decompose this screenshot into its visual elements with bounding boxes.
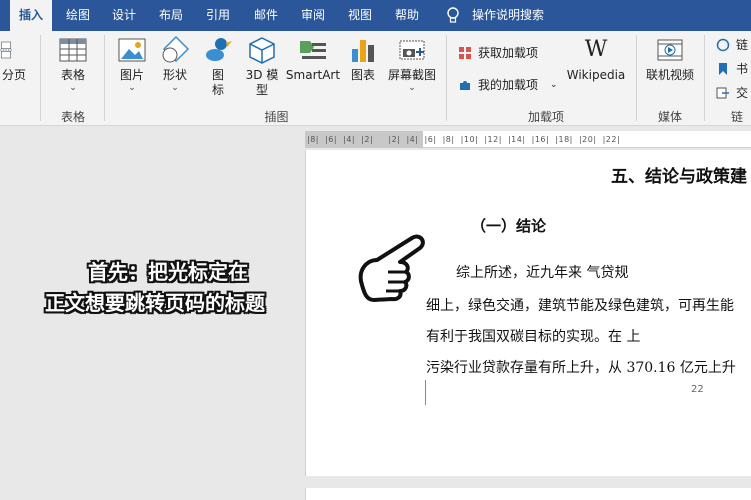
- chart-label: 图表: [350, 68, 375, 82]
- chart-button[interactable]: 图表: [345, 35, 381, 83]
- picture-label: 图片: [119, 68, 144, 82]
- wikipedia-button[interactable]: W Wikipedia: [563, 35, 629, 83]
- smartart-button[interactable]: SmartArt: [284, 35, 342, 83]
- cross-reference-label: 交: [736, 86, 749, 100]
- ruler-ticks: |8| |6| |4| |2| |2| |4| |6| |8| |10| |12…: [307, 135, 621, 144]
- chevron-down-icon: ⌄: [128, 83, 136, 93]
- screenshot-button[interactable]: 屏幕截图 ⌄: [385, 35, 439, 93]
- bar-chart-icon: [352, 40, 374, 62]
- subsection-heading[interactable]: （一）结论: [471, 215, 546, 236]
- screenshot-label: 屏幕截图: [387, 68, 436, 82]
- 3d-model-label: 3D 模 型: [245, 68, 279, 97]
- pointing-hand-icon: [358, 234, 425, 302]
- tab-help[interactable]: 帮助: [387, 0, 427, 31]
- body-text-line[interactable]: 有利于我国双碳目标的实现。在 上: [426, 326, 640, 346]
- link-button[interactable]: 链: [716, 36, 751, 54]
- bookmark-button[interactable]: 书: [716, 60, 751, 78]
- chevron-down-icon: ⌄: [408, 83, 416, 93]
- tab-design[interactable]: 设计: [104, 0, 144, 31]
- bookmark-icon: [719, 63, 727, 75]
- group-label-illustrations: 插图: [264, 110, 289, 124]
- chevron-down-icon: ⌄: [69, 83, 77, 93]
- caption-line-1: 首先：把光标定在: [88, 260, 248, 284]
- icons-icon: [206, 38, 232, 61]
- group-label-tables: 表格: [60, 110, 85, 124]
- table-icon: [59, 38, 87, 62]
- wikipedia-icon: W: [584, 37, 608, 62]
- ribbon-separator: [40, 35, 41, 121]
- picture-icon: [118, 38, 146, 62]
- ribbon-separator: [446, 35, 447, 121]
- tab-draw[interactable]: 绘图: [58, 0, 98, 31]
- ribbon-separator: [104, 35, 105, 121]
- chevron-down-icon: ⌄: [171, 83, 179, 93]
- smartart-icon: [300, 41, 326, 59]
- body-text-line[interactable]: 综上所述，近九年来 气贷规: [456, 262, 628, 282]
- cross-reference-icon: [716, 87, 729, 99]
- store-icon: [459, 47, 471, 59]
- tab-references[interactable]: 引用: [198, 0, 238, 31]
- page-break-icon: [0, 41, 14, 59]
- icons-button[interactable]: 图 标: [200, 35, 236, 98]
- caption-line-2: 正文想要跳转页码的标题: [45, 291, 265, 315]
- ribbon-separator: [636, 35, 637, 121]
- my-addins-label: 我的加载项: [478, 78, 539, 92]
- shapes-button[interactable]: 形状 ⌄: [156, 35, 194, 93]
- link-icon: [716, 38, 730, 52]
- icons-label: 图 标: [211, 68, 224, 97]
- camera-plus-icon: [399, 40, 425, 60]
- online-video-label: 联机视频: [645, 68, 694, 82]
- tab-review[interactable]: 审阅: [293, 0, 333, 31]
- tab-view[interactable]: 视图: [340, 0, 380, 31]
- ribbon-separator: [704, 35, 705, 121]
- body-text-line[interactable]: 污染行业贷款存量有所上升，从 370.16 亿元上升: [426, 357, 736, 377]
- link-label: 链: [736, 38, 749, 52]
- section-heading[interactable]: 五、结论与政策建: [611, 162, 747, 187]
- ribbon-insert: 分页 表格 ⌄ 表格 图片 ⌄ 形状 ⌄ 图 标 3D 模 型 SmartArt…: [0, 31, 751, 126]
- page-break-button[interactable]: 分页: [0, 35, 28, 83]
- smartart-label: SmartArt: [285, 68, 341, 82]
- horizontal-ruler[interactable]: |8| |6| |4| |2| |2| |4| |6| |8| |10| |12…: [305, 131, 751, 148]
- wikipedia-label: Wikipedia: [566, 68, 626, 82]
- page-break-label: 分页: [1, 68, 26, 82]
- get-addins-button[interactable]: 获取加载项: [458, 44, 558, 62]
- table-label: 表格: [60, 68, 85, 82]
- next-page: [305, 488, 751, 500]
- lightbulb-icon[interactable]: [446, 7, 460, 24]
- margin-corner-mark: [401, 380, 426, 405]
- tab-layout[interactable]: 布局: [151, 0, 191, 31]
- 3d-model-button[interactable]: 3D 模 型: [242, 35, 282, 98]
- group-label-addins: 加载项: [527, 110, 564, 124]
- bookmark-label: 书: [736, 62, 749, 76]
- group-label-links: 链: [730, 110, 743, 124]
- document-page[interactable]: 五、结论与政策建 （一）结论 综上所述，近九年来 气贷规 细上，绿色交通，建筑节…: [305, 150, 751, 476]
- shapes-icon: [162, 35, 190, 63]
- tab-mailings[interactable]: 邮件: [246, 0, 286, 31]
- picture-button[interactable]: 图片 ⌄: [114, 35, 150, 93]
- my-addins-button[interactable]: 我的加载项 ⌄: [458, 76, 563, 94]
- body-text-line[interactable]: 细上，绿色交通，建筑节能及绿色建筑，可再生能: [426, 295, 734, 315]
- chevron-down-icon: ⌄: [550, 80, 558, 90]
- online-video-button[interactable]: 联机视频: [642, 35, 698, 83]
- tab-insert[interactable]: 插入: [10, 0, 52, 31]
- ribbon-tab-bar: 插入 绘图 设计 布局 引用 邮件 审阅 视图 帮助 操作说明搜索: [0, 0, 751, 31]
- shapes-label: 形状: [162, 68, 187, 82]
- get-addins-label: 获取加载项: [478, 46, 539, 60]
- table-button[interactable]: 表格 ⌄: [52, 35, 94, 93]
- puzzle-icon: [460, 81, 470, 90]
- page-number: 22: [691, 384, 704, 395]
- tell-me-search[interactable]: 操作说明搜索: [472, 0, 544, 31]
- cross-reference-button[interactable]: 交: [716, 84, 751, 102]
- cube-icon: [249, 37, 275, 64]
- group-label-media: 媒体: [657, 110, 682, 124]
- video-icon: [657, 39, 683, 61]
